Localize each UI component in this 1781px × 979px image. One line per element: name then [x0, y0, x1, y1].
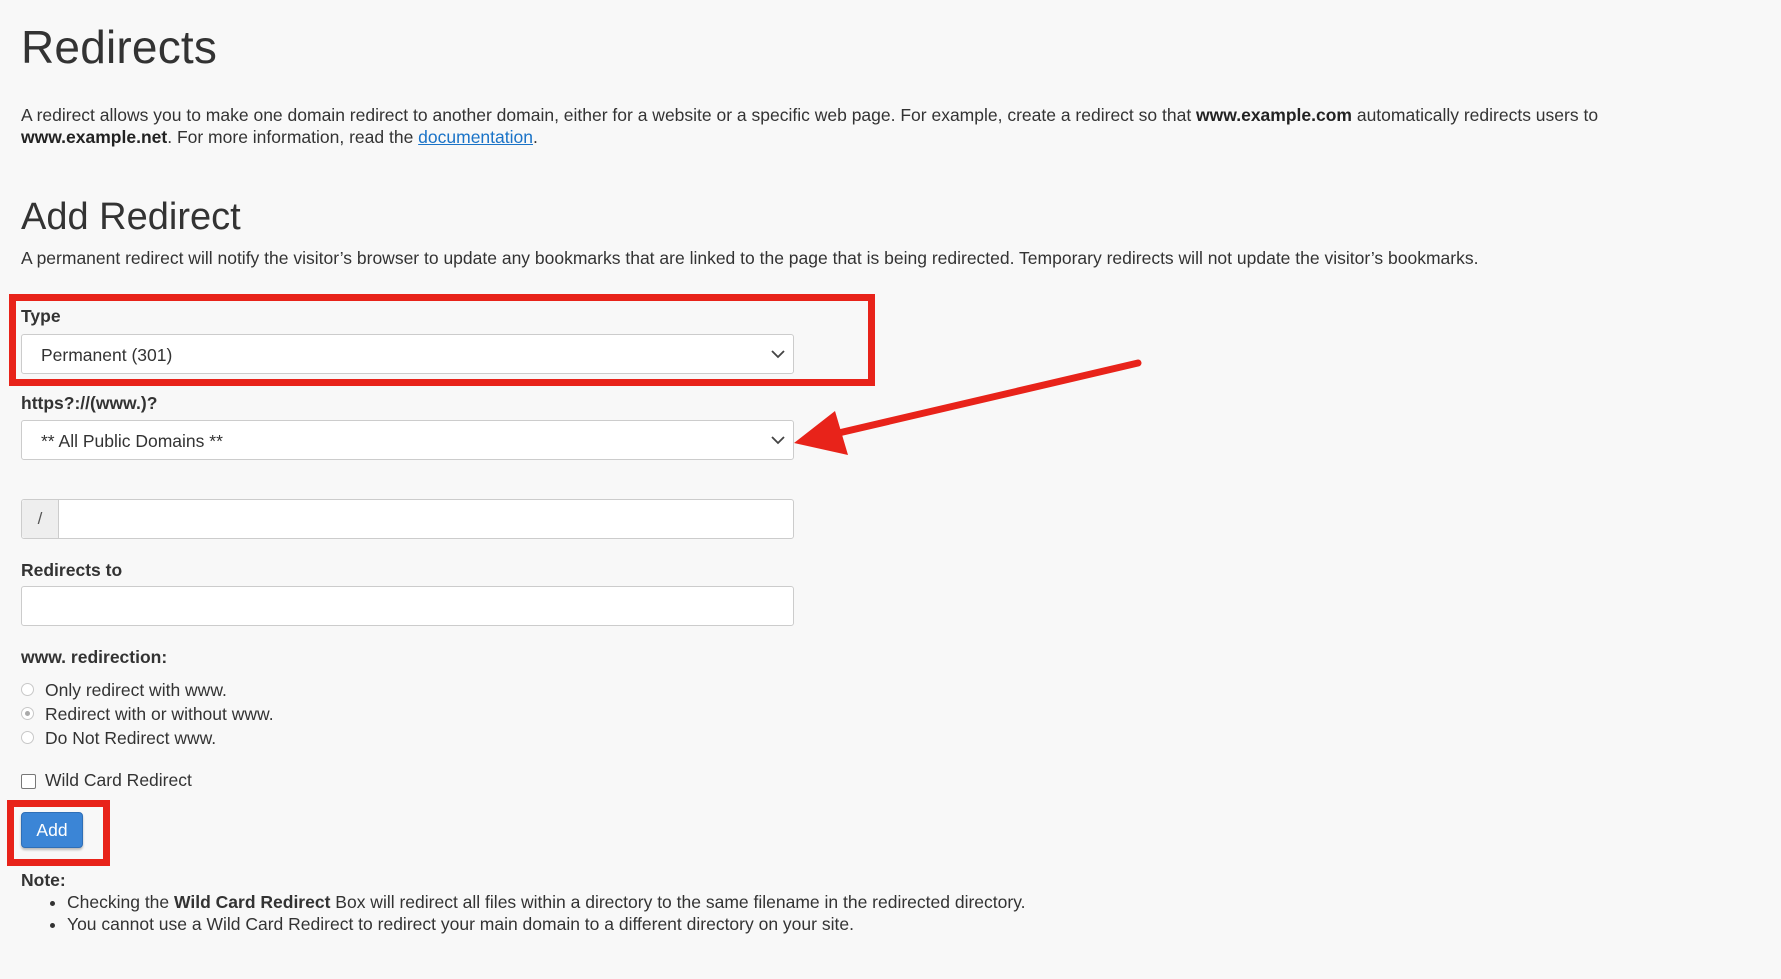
domain-select[interactable]: ** All Public Domains ** [21, 420, 794, 460]
note-title: Note: [21, 870, 66, 890]
documentation-link[interactable]: documentation [418, 127, 533, 147]
intro-example-net: www.example.net [21, 127, 168, 147]
note-text: Box will redirect all files within a dir… [330, 892, 1026, 912]
domain-select-value: ** All Public Domains ** [41, 431, 223, 451]
domain-label: https?://(www.)? [21, 393, 158, 413]
path-prefix: / [22, 500, 59, 538]
radio-label: Redirect with or without www. [45, 704, 274, 724]
note-bold: Wild Card Redirect [174, 892, 331, 912]
path-input[interactable] [59, 500, 793, 538]
radio-label: Only redirect with www. [45, 680, 227, 700]
note-text: Checking the [67, 892, 175, 912]
intro-example-com: www.example.com [1196, 105, 1352, 125]
radio-button[interactable] [21, 683, 34, 696]
intro-part-1: A redirect allows you to make one domain… [21, 105, 1197, 125]
radio-label: Do Not Redirect www. [45, 728, 217, 748]
wild-card-label[interactable]: Wild Card Redirect [45, 770, 192, 791]
radio-button[interactable] [21, 731, 34, 744]
add-redirect-heading: Add Redirect [21, 196, 241, 238]
redirect-description: A permanent redirect will notify the vis… [21, 248, 1479, 268]
chevron-down-icon [771, 350, 785, 359]
type-label: Type [21, 306, 61, 326]
redirects-to-label: Redirects to [21, 560, 123, 580]
www-redirection-label: www. redirection: [21, 647, 168, 667]
intro-text: A redirect allows you to make one domain… [21, 104, 1621, 148]
intro-part-2: automatically redirects users to [1351, 105, 1599, 125]
note-item-wildcard: Checking the Wild Card Redirect Box will… [67, 891, 1026, 913]
wild-card-checkbox[interactable] [21, 774, 36, 789]
radio-button-selected[interactable] [21, 707, 34, 720]
note-list: Checking the Wild Card Redirect Box will… [49, 891, 1026, 935]
type-select[interactable]: Permanent (301) [21, 334, 794, 374]
note-item-main-domain: You cannot use a Wild Card Redirect to r… [67, 913, 1026, 935]
page-title: Redirects [21, 21, 218, 73]
add-button[interactable]: Add [21, 812, 83, 848]
path-input-group: / [21, 499, 794, 539]
type-select-value: Permanent (301) [41, 345, 173, 365]
intro-part-3: . For more information, read the [167, 127, 419, 147]
chevron-down-icon [771, 436, 785, 445]
redirects-to-input[interactable] [21, 586, 794, 626]
red-arrow-annotation [794, 359, 1142, 455]
intro-part-4: . [532, 127, 538, 147]
